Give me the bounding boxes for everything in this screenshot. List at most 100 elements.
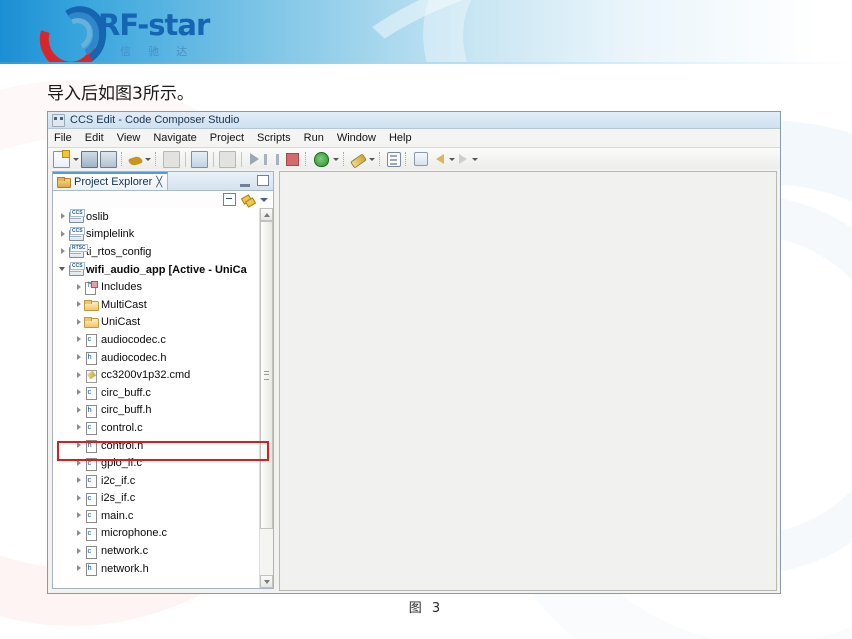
toolbar-drag-handle-5[interactable] xyxy=(379,152,383,166)
tree-item[interactable]: c i2s_if.c xyxy=(53,490,260,508)
menu-item-scripts[interactable]: Scripts xyxy=(257,132,291,144)
toolbar-drag-handle-1[interactable] xyxy=(121,152,125,166)
tree-item-label: circ_buff.c xyxy=(101,386,151,399)
toolbar-drag-handle-6[interactable] xyxy=(405,152,409,166)
editor-area[interactable] xyxy=(279,171,777,591)
tree-twisty-icon[interactable] xyxy=(57,243,68,260)
tree-item[interactable]: Includes xyxy=(53,278,260,296)
tree-twisty-icon[interactable] xyxy=(57,208,68,225)
tree-item[interactable]: CCS oslib xyxy=(53,208,260,226)
tree-item-label: simplelink xyxy=(86,228,135,241)
tree-twisty-icon[interactable] xyxy=(73,384,84,401)
tree-item[interactable]: CCS simplelink xyxy=(53,226,260,244)
project-tree-scrollbar[interactable] xyxy=(259,208,273,588)
toolbar-drag-handle-2[interactable] xyxy=(155,152,159,166)
tree-twisty-icon[interactable] xyxy=(73,437,84,454)
menu-item-file[interactable]: File xyxy=(54,132,72,144)
tree-item-label: microphone.c xyxy=(101,527,168,540)
build-hammer-icon[interactable] xyxy=(128,154,143,167)
save-icon[interactable] xyxy=(81,150,98,168)
tree-twisty-icon[interactable] xyxy=(73,490,84,507)
tree-item[interactable]: c microphone.c xyxy=(53,525,260,543)
tree-item[interactable]: c i2c_if.c xyxy=(53,472,260,490)
tree-twisty-icon[interactable] xyxy=(73,419,84,436)
build-dropdown-arrow-icon[interactable] xyxy=(144,152,151,166)
tree-item[interactable]: h network.h xyxy=(53,560,260,578)
tree-item[interactable]: RTSC ti_rtos_config xyxy=(53,243,260,261)
project-tree[interactable]: CCS oslib CCS simplelink RTSC ti_rtos_config C… xyxy=(53,208,260,588)
tree-twisty-icon[interactable] xyxy=(73,543,84,560)
tree-twisty-icon[interactable] xyxy=(73,455,84,472)
tree-item[interactable]: h circ_buff.h xyxy=(53,402,260,420)
link-editor-icon[interactable] xyxy=(414,152,428,166)
marker-icon[interactable] xyxy=(350,153,367,169)
menu-item-view[interactable]: View xyxy=(117,132,141,144)
tree-item[interactable]: MultiCast xyxy=(53,296,260,314)
toolbar-drag-handle-4[interactable] xyxy=(343,152,347,166)
tree-item[interactable]: CCS wifi_audio_app [Active - UniCa xyxy=(53,261,260,279)
main-toolbar xyxy=(48,148,780,171)
new-dropdown-arrow-icon[interactable] xyxy=(72,152,79,166)
tree-twisty-icon[interactable] xyxy=(73,331,84,348)
tree-twisty-icon[interactable] xyxy=(73,402,84,419)
tree-twisty-icon[interactable] xyxy=(73,296,84,313)
forward-dropdown-arrow-icon[interactable] xyxy=(471,152,478,166)
link-with-editor-icon[interactable] xyxy=(242,194,254,206)
tree-item[interactable]: h audiocodec.h xyxy=(53,349,260,367)
close-icon[interactable]: ╳ xyxy=(156,177,162,188)
tree-item[interactable]: c main.c xyxy=(53,507,260,525)
tree-twisty-icon[interactable] xyxy=(73,560,84,577)
tree-item[interactable]: cc3200v1p32.cmd xyxy=(53,366,260,384)
tree-twisty-icon[interactable] xyxy=(73,279,84,296)
tree-item[interactable]: c gpio_if.c xyxy=(53,454,260,472)
menu-item-help[interactable]: Help xyxy=(389,132,412,144)
menu-item-navigate[interactable]: Navigate xyxy=(153,132,196,144)
tree-item[interactable]: c control.c xyxy=(53,419,260,437)
marker-dropdown-arrow-icon[interactable] xyxy=(368,152,375,166)
logo-text: RF-star 信 驰 达 xyxy=(98,11,210,59)
tab-project-explorer[interactable]: Project Explorer ╳ xyxy=(53,172,169,190)
back-dropdown-arrow-icon[interactable] xyxy=(448,152,455,166)
scroll-down-icon[interactable] xyxy=(260,575,273,588)
load-program-icon[interactable] xyxy=(219,150,236,168)
scroll-thumb[interactable] xyxy=(260,221,273,529)
save-all-icon[interactable] xyxy=(100,150,117,168)
pause-icon[interactable] xyxy=(264,153,279,165)
ccs-project-icon: CCS xyxy=(68,209,85,224)
tree-item[interactable]: h control.h xyxy=(53,437,260,455)
menu-item-window[interactable]: Window xyxy=(337,132,376,144)
terminate-icon[interactable] xyxy=(286,152,299,166)
view-menu-chevron-icon[interactable] xyxy=(260,197,268,202)
minimize-icon[interactable] xyxy=(240,175,250,187)
tree-item[interactable]: UniCast xyxy=(53,314,260,332)
tree-item-label: control.h xyxy=(101,439,144,452)
maximize-icon[interactable] xyxy=(257,175,269,186)
tree-twisty-icon[interactable] xyxy=(57,261,68,278)
tree-twisty-icon[interactable] xyxy=(73,349,84,366)
forward-navigation-icon[interactable] xyxy=(459,154,467,164)
tree-twisty-icon[interactable] xyxy=(73,525,84,542)
back-navigation-icon[interactable] xyxy=(436,154,444,164)
tree-twisty-icon[interactable] xyxy=(73,367,84,384)
tree-twisty-icon[interactable] xyxy=(57,226,68,243)
run-icon[interactable] xyxy=(250,153,259,165)
undo-icon[interactable] xyxy=(163,150,180,168)
toolbar-drag-handle-3[interactable] xyxy=(305,152,309,166)
tree-item[interactable]: c audiocodec.c xyxy=(53,331,260,349)
menu-item-project[interactable]: Project xyxy=(210,132,244,144)
collapse-all-icon[interactable] xyxy=(223,193,236,206)
tree-twisty-icon[interactable] xyxy=(73,507,84,524)
refresh-icon[interactable] xyxy=(191,150,208,168)
debug-bug-icon[interactable] xyxy=(314,151,329,167)
debug-dropdown-arrow-icon[interactable] xyxy=(332,152,339,166)
scroll-up-icon[interactable] xyxy=(260,208,273,221)
tree-item-label: control.c xyxy=(101,421,143,434)
tree-item[interactable]: c circ_buff.c xyxy=(53,384,260,402)
tree-twisty-icon[interactable] xyxy=(73,472,84,489)
new-file-icon[interactable] xyxy=(53,149,70,168)
menu-item-run[interactable]: Run xyxy=(304,132,324,144)
open-perspective-icon[interactable] xyxy=(387,151,401,167)
menu-item-edit[interactable]: Edit xyxy=(85,132,104,144)
tree-twisty-icon[interactable] xyxy=(73,314,84,331)
tree-item[interactable]: c network.c xyxy=(53,542,260,560)
